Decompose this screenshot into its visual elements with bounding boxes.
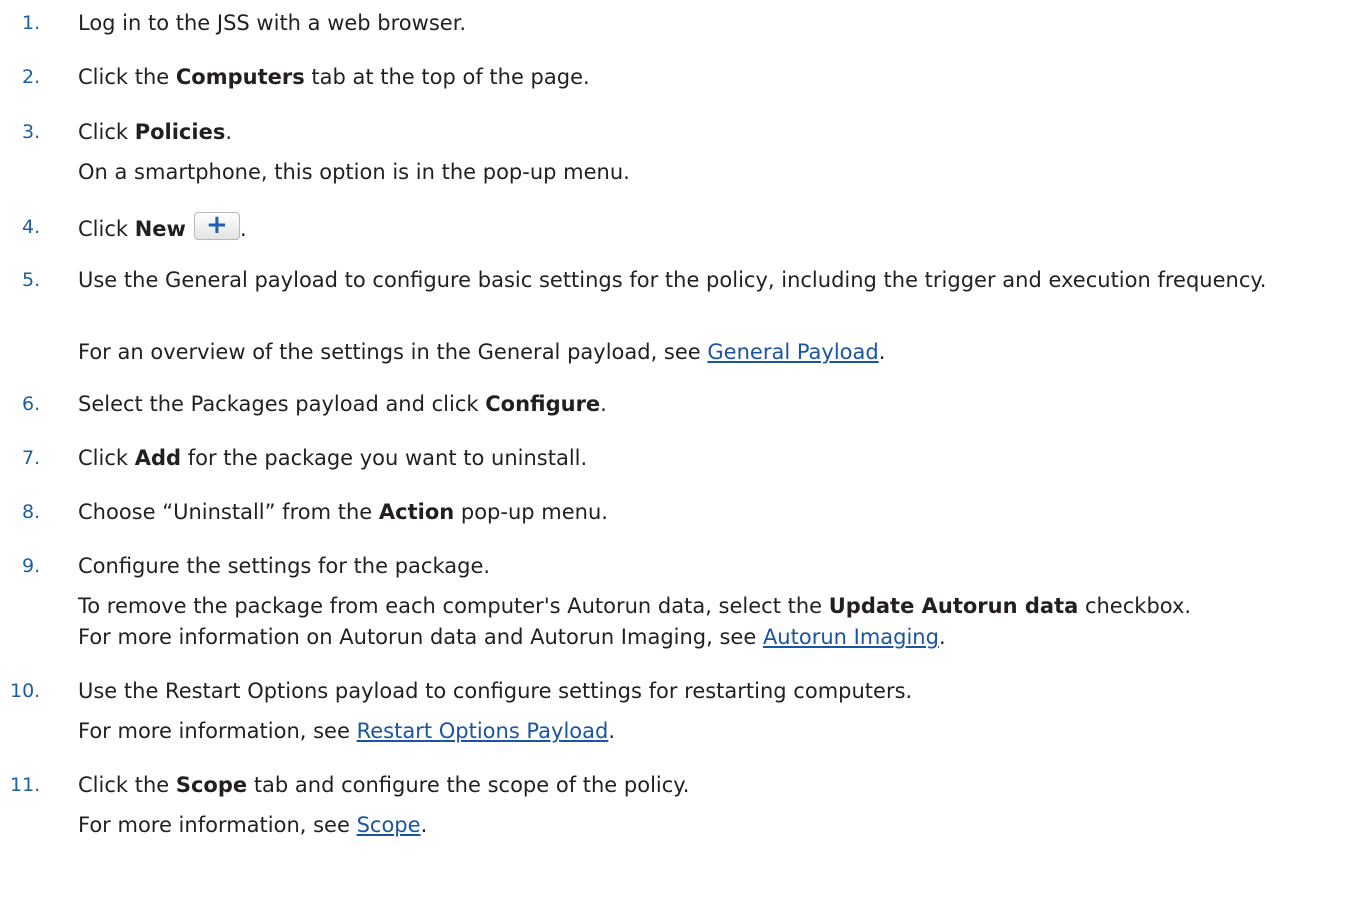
step-number: 7. <box>22 447 41 469</box>
step-number: 10. <box>10 680 41 702</box>
ui-term-new: New <box>134 217 186 241</box>
step-text-part: Click <box>78 217 135 241</box>
step-number: 1. <box>22 12 41 34</box>
ui-term-add: Add <box>134 446 182 470</box>
step-text: Click New +. <box>78 210 247 245</box>
step-text-part: . <box>225 120 233 144</box>
step-text-part: for the package you want to uninstall. <box>181 446 588 470</box>
procedure-steps: 1. Log in to the JSS with a web browser.… <box>0 0 1354 917</box>
plus-icon: + <box>206 210 228 240</box>
step-text: Use the Restart Options payload to confi… <box>78 679 913 703</box>
general-payload-link[interactable]: General Payload <box>707 340 878 364</box>
step-text: Select the Packages payload and click Co… <box>78 389 607 420</box>
step-note: For an overview of the settings in the G… <box>78 337 885 368</box>
ui-term-computers: Computers <box>175 65 305 89</box>
step-note-part: . <box>938 625 946 649</box>
step-text-part: Click the <box>78 65 176 89</box>
step-note: To remove the package from each computer… <box>78 591 1191 622</box>
ui-term-configure: Configure <box>485 392 601 416</box>
step-number: 2. <box>22 66 41 88</box>
step-text-part: Select the Packages payload and click <box>78 392 486 416</box>
step-note-part: For more information, see <box>78 719 357 743</box>
step-number: 9. <box>22 555 41 577</box>
step-number: 6. <box>22 393 41 415</box>
step-text-part: Click the <box>78 773 176 797</box>
step-text-part: pop-up menu. <box>454 500 608 524</box>
step-number: 5. <box>22 269 41 291</box>
ui-term-action: Action <box>378 500 455 524</box>
step-note: For more information on Autorun data and… <box>78 622 946 653</box>
step-note-part: . <box>878 340 886 364</box>
step-text-part: . <box>600 392 607 416</box>
step-number: 11. <box>10 774 41 796</box>
step-note-part: For more information, see <box>78 813 357 837</box>
step-number: 4. <box>22 216 41 238</box>
step-text: Use the General payload to configure bas… <box>78 268 1267 292</box>
step-note-part: . <box>420 813 428 837</box>
ui-term-policies: Policies <box>134 120 226 144</box>
ui-term-scope: Scope <box>175 773 248 797</box>
step-note-part: . <box>608 719 616 743</box>
step-note-part: checkbox. <box>1078 594 1192 618</box>
restart-options-payload-link[interactable]: Restart Options Payload <box>357 719 609 743</box>
step-text: Click Add for the package you want to un… <box>78 443 587 474</box>
ui-term-update-autorun-data: Update Autorun data <box>828 594 1079 618</box>
step-text-part: Click <box>78 120 135 144</box>
step-note: For more information, see Scope. <box>78 810 427 841</box>
step-number: 3. <box>22 121 41 143</box>
autorun-imaging-link[interactable]: Autorun Imaging <box>763 625 939 649</box>
step-number: 8. <box>22 501 41 523</box>
step-text: Choose “Uninstall” from the Action pop-u… <box>78 497 608 528</box>
step-text-part: Click <box>78 446 135 470</box>
scope-link[interactable]: Scope <box>357 813 421 837</box>
step-text-part: tab and configure the scope of the polic… <box>247 773 690 797</box>
step-note-part: For an overview of the settings in the G… <box>78 340 708 364</box>
step-text: Log in to the JSS with a web browser. <box>78 11 467 35</box>
step-note: For more information, see Restart Option… <box>78 716 615 747</box>
step-text-part: . <box>239 217 247 241</box>
step-text: Click Policies. <box>78 117 232 148</box>
step-note: On a smartphone, this option is in the p… <box>78 160 630 184</box>
step-text: Click the Scope tab and configure the sc… <box>78 770 689 801</box>
step-note-part: For more information on Autorun data and… <box>78 625 763 649</box>
new-button-image: + <box>193 210 240 240</box>
step-text-part: Choose “Uninstall” from the <box>78 500 379 524</box>
step-text: Configure the settings for the package. <box>78 554 491 578</box>
step-note-part: To remove the package from each computer… <box>78 594 829 618</box>
step-text: Click the Computers tab at the top of th… <box>78 62 590 93</box>
step-text-part: tab at the top of the page. <box>304 65 590 89</box>
